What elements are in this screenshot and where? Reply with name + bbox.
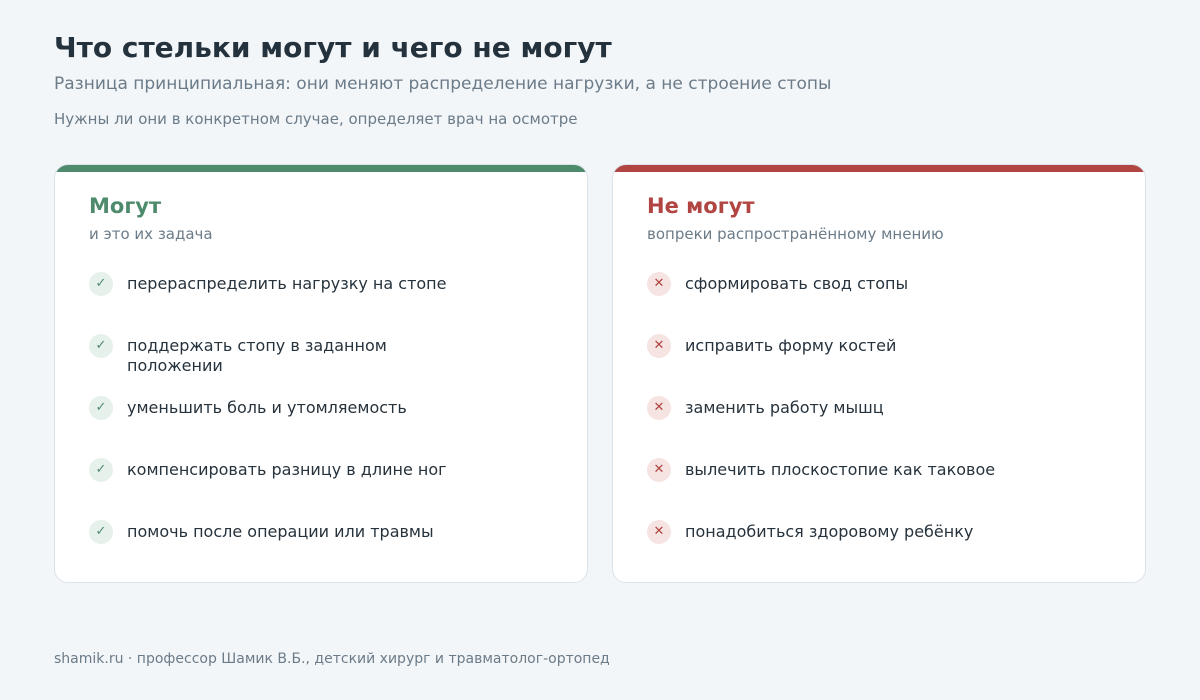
cross-icon: ✕ (647, 458, 671, 482)
can-list-item-text: уменьшить боль и утомляемость (127, 398, 407, 417)
check-icon: ✓ (89, 458, 113, 482)
page-note: Нужны ли они в конкретном случае, опреде… (54, 110, 578, 128)
check-icon: ✓ (89, 396, 113, 420)
page-header: Что стельки могут и чего не могут Разниц… (54, 28, 1146, 129)
cannot-list-item: ✕ заменить работу мышц (647, 395, 995, 457)
can-card-subtitle: и это их задача (89, 225, 213, 243)
cannot-card: Не могут вопреки распространённому мнени… (612, 164, 1146, 583)
footer-credit: shamik.ru · профессор Шамик В.Б., детски… (54, 651, 610, 667)
cross-icon: ✕ (647, 272, 671, 296)
cannot-list-item-text: вылечить плоскостопие как таковое (685, 460, 996, 479)
can-list-item-text: компенсировать разницу в длине ног (127, 460, 447, 479)
can-list-item-text: поддержать стопу в заданном положении (127, 336, 387, 375)
cross-icon: ✕ (647, 396, 671, 420)
can-list: ✓ перераспределить нагрузку на стопе ✓ п… (89, 271, 457, 581)
cannot-list-item-text: заменить работу мышц (685, 398, 884, 417)
cannot-card-subtitle: вопреки распространённому мнению (647, 225, 944, 243)
cannot-list-item: ✕ сформировать свод стопы (647, 271, 995, 333)
can-list-item: ✓ поддержать стопу в заданном положении (89, 333, 457, 395)
cross-icon: ✕ (647, 334, 671, 358)
can-list-item-text: помочь после операции или травмы (127, 522, 434, 541)
can-card-accent-bar (55, 165, 587, 172)
check-icon: ✓ (89, 334, 113, 358)
check-icon: ✓ (89, 272, 113, 296)
can-card-header: Могут и это их задача (89, 192, 213, 244)
can-card-title: Могут (89, 194, 162, 218)
can-list-item-text: перераспределить нагрузку на стопе (127, 274, 447, 293)
can-list-item: ✓ компенсировать разницу в длине ног (89, 457, 457, 519)
cannot-list-item-text: понадобиться здоровому ребёнку (685, 522, 974, 541)
cannot-card-header: Не могут вопреки распространённому мнени… (647, 192, 944, 244)
can-card: Могут и это их задача ✓ перераспределить… (54, 164, 588, 583)
cannot-list-item: ✕ исправить форму костей (647, 333, 995, 395)
cannot-list: ✕ сформировать свод стопы ✕ исправить фо… (647, 271, 995, 581)
cannot-list-item: ✕ вылечить плоскостопие как таковое (647, 457, 995, 519)
cannot-list-item: ✕ понадобиться здоровому ребёнку (647, 519, 995, 581)
check-icon: ✓ (89, 520, 113, 544)
cannot-list-item-text: сформировать свод стопы (685, 274, 909, 293)
cannot-list-item-text: исправить форму костей (685, 336, 897, 355)
can-list-item: ✓ уменьшить боль и утомляемость (89, 395, 457, 457)
cross-icon: ✕ (647, 520, 671, 544)
page-subtitle: Разница принципиальная: они меняют распр… (54, 74, 832, 94)
can-list-item: ✓ помочь после операции или травмы (89, 519, 457, 581)
can-list-item: ✓ перераспределить нагрузку на стопе (89, 271, 457, 333)
page-title: Что стельки могут и чего не могут (54, 31, 612, 64)
cannot-card-title: Не могут (647, 194, 755, 218)
cannot-card-accent-bar (613, 165, 1145, 172)
